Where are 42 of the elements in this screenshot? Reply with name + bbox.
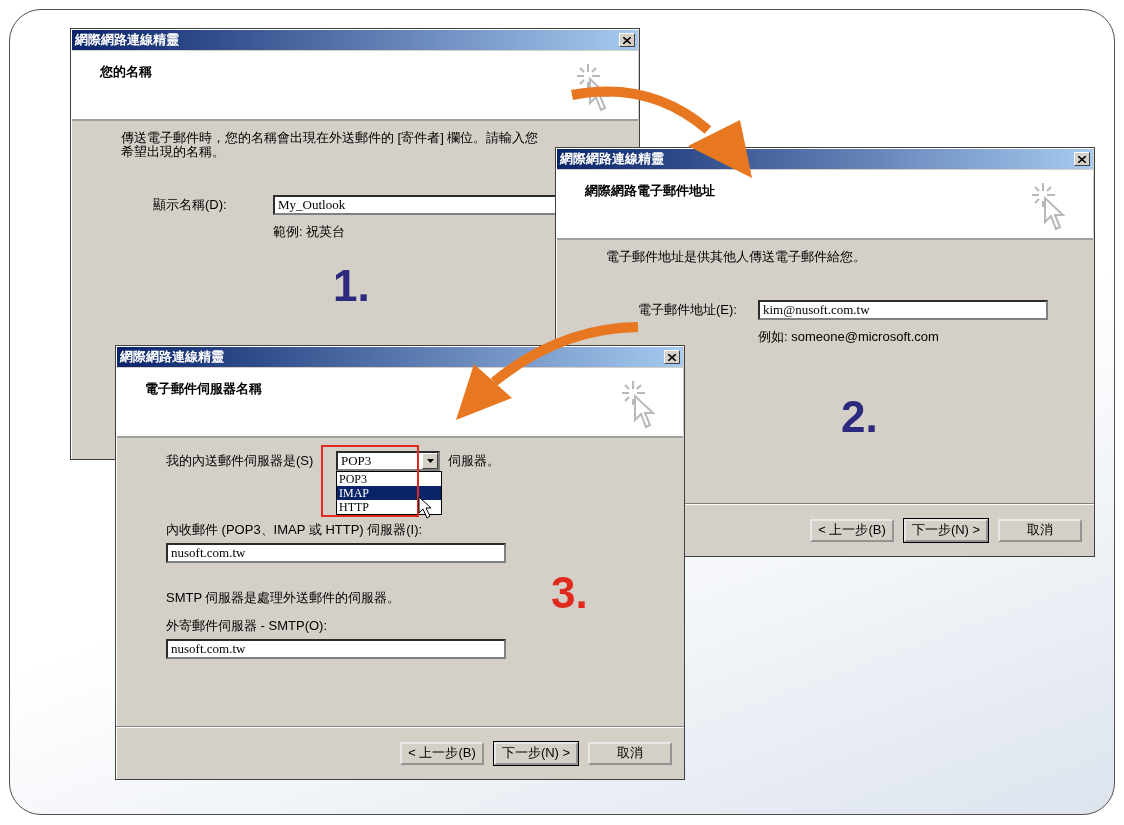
dropdown-option[interactable]: IMAP	[337, 486, 441, 500]
page-heading: 您的名稱	[100, 63, 152, 81]
page-heading: 網際網路電子郵件地址	[585, 182, 715, 200]
wizard-button[interactable]: 下一步(N) >	[494, 741, 578, 765]
window-title: 網際網路連線精靈	[560, 150, 664, 168]
close-button[interactable]	[619, 33, 635, 47]
field-label: 伺服器。	[448, 452, 500, 470]
wizard-button[interactable]: 下一步(N) >	[904, 518, 988, 542]
field-label: 顯示名稱(D):	[153, 196, 228, 214]
close-button[interactable]	[664, 350, 680, 364]
example-text: 例如: someone@microsoft.com	[758, 328, 940, 346]
window-title: 網際網路連線精靈	[120, 348, 224, 366]
step-number: 2.	[841, 392, 878, 442]
example-text: 範例: 祝英台	[273, 223, 347, 241]
instruction-text: 電子郵件地址是供其他人傳送電子郵件給您。	[606, 250, 867, 264]
field-label: 外寄郵件伺服器 - SMTP(O):	[166, 617, 329, 635]
dropdown-arrow-button[interactable]	[422, 453, 438, 469]
step-number: 3.	[551, 568, 588, 618]
wizard-cursor-icon	[621, 380, 655, 430]
dropdown-field[interactable]: POP3	[336, 451, 440, 471]
window-title: 網際網路連線精靈	[75, 31, 179, 49]
step-number: 1.	[333, 261, 370, 311]
wizard-button[interactable]: < 上一步(B)	[400, 741, 484, 765]
dropdown-option[interactable]: HTTP	[337, 500, 441, 514]
input-field[interactable]: kim@nusoft.com.tw	[758, 300, 1048, 320]
close-icon	[623, 36, 631, 44]
wizard-cursor-icon	[1031, 182, 1065, 232]
dropdown-option[interactable]: POP3	[337, 472, 441, 486]
input-field[interactable]: nusoft.com.tw	[166, 639, 506, 659]
close-button[interactable]	[1074, 152, 1090, 166]
field-label: 我的內送郵件伺服器是(S)	[166, 452, 315, 470]
instruction-text: SMTP 伺服器是處理外送郵件的伺服器。	[166, 591, 402, 605]
page-heading: 電子郵件伺服器名稱	[145, 380, 262, 398]
close-icon	[1078, 155, 1086, 163]
close-icon	[668, 353, 676, 361]
wizard-button[interactable]: < 上一步(B)	[810, 518, 894, 542]
instruction-text: 傳送電子郵件時，您的名稱會出現在外送郵件的 [寄件者] 欄位。請輸入您希望出現的名稱。	[121, 131, 540, 159]
wizard-button[interactable]: 取消	[588, 741, 672, 765]
field-label: 內收郵件 (POP3、IMAP 或 HTTP) 伺服器(I):	[166, 521, 424, 539]
field-label: 電子郵件地址(E):	[638, 301, 738, 319]
input-field[interactable]: nusoft.com.tw	[166, 543, 506, 563]
wizard-button[interactable]: 取消	[998, 518, 1082, 542]
